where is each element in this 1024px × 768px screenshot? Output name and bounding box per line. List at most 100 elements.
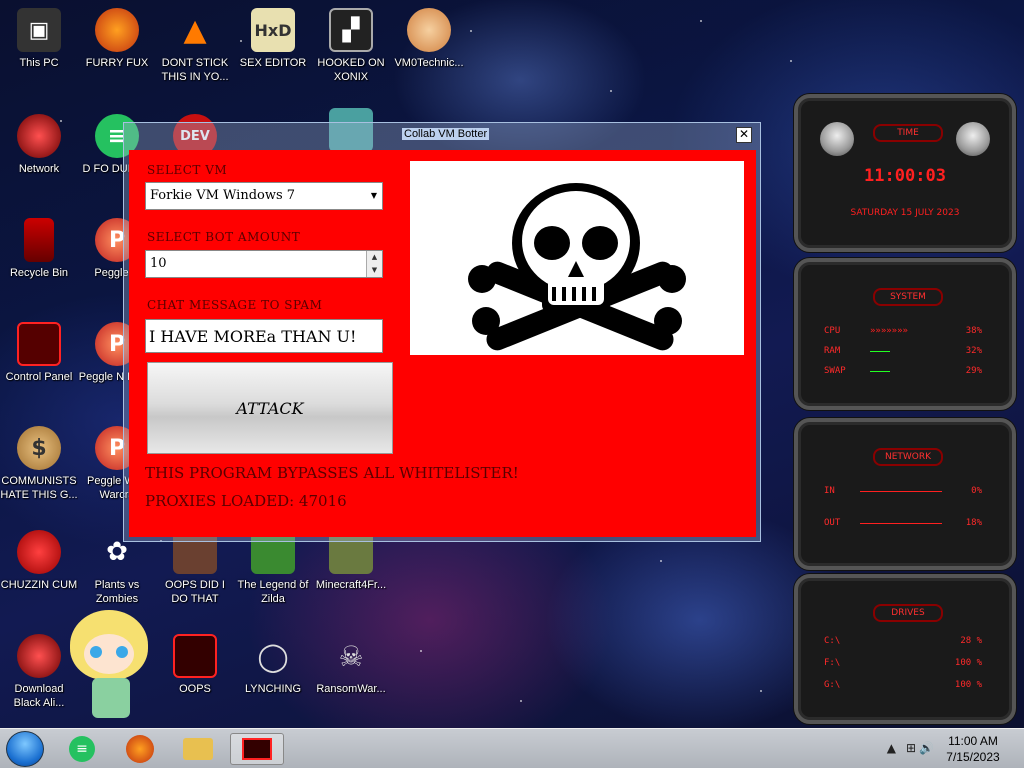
- widget-date: SATURDAY 15 JULY 2023: [850, 208, 960, 218]
- icon-label: CHUZZIN CUM: [0, 579, 78, 591]
- drive-c-row: C:\ 28 %: [824, 636, 982, 646]
- collab-vm-botter-window: Collab VM Botter ✕ SELECT VM Forkie VM W…: [123, 122, 761, 542]
- desktop-icon-recycle-bin[interactable]: Recycle Bin: [0, 218, 78, 280]
- icon-label: SEX EDITOR: [239, 57, 307, 69]
- net-in-row: IN 0%: [824, 486, 982, 496]
- time-widget-title: TIME: [873, 124, 943, 142]
- firefox-icon: [95, 8, 139, 52]
- select-vm-label: SELECT VM: [147, 163, 228, 177]
- icon-label: FURRY FUX: [85, 57, 149, 69]
- desktop-icon-chuzzin-cum[interactable]: CHUZZIN CUM: [0, 530, 78, 592]
- desktop-icon-communists[interactable]: $ COMMUNISTS HATE THIS G...: [0, 426, 78, 502]
- cpu-row: CPU»»»»»»» 38%: [824, 326, 982, 336]
- chevron-down-icon: ▼: [370, 191, 378, 200]
- skull-crossbones-icon: [468, 183, 686, 351]
- time-widget: TIME 11:00:03 SATURDAY 15 JULY 2023: [794, 94, 1016, 252]
- recycle-bin-icon: [24, 218, 54, 262]
- chat-message-label: CHAT MESSAGE TO SPAM: [147, 298, 323, 312]
- hxd-icon: HxD: [251, 8, 295, 52]
- star-butterfly-character: [62, 604, 158, 728]
- start-button[interactable]: [6, 731, 44, 767]
- window-title: Collab VM Botter: [402, 128, 490, 140]
- taskbar-notes-app[interactable]: ≡: [58, 733, 106, 765]
- vlc-cone-icon: ▲: [183, 12, 207, 48]
- show-hidden-icons[interactable]: ▲: [887, 741, 896, 755]
- desktop-icon-furry-fux[interactable]: FURRY FUX: [78, 8, 156, 70]
- proxies-loaded: PROXIES LOADED: 47016: [145, 492, 347, 510]
- close-button[interactable]: ✕: [736, 127, 752, 143]
- desktop-icon-lynching[interactable]: ◯ LYNCHING: [234, 634, 312, 696]
- chuzzle-icon: [17, 530, 61, 574]
- swap-row: SWAP 29%: [824, 366, 982, 376]
- desktop-icon-network[interactable]: Network: [0, 114, 78, 176]
- computer-icon: ▣: [17, 8, 61, 52]
- skull-ring-icon: ☠: [338, 639, 364, 673]
- icon-label: Minecraft4Fr...: [315, 579, 387, 591]
- taskbar-file-explorer[interactable]: [174, 733, 222, 765]
- bot-amount-label: SELECT BOT AMOUNT: [147, 230, 301, 244]
- app-monitor-icon: [242, 738, 272, 760]
- bypass-note: THIS PROGRAM BYPASSES ALL WHITELISTER!: [145, 464, 519, 482]
- icon-label: OOPS: [179, 683, 211, 695]
- vm-select[interactable]: Forkie VM Windows 7 ▼: [145, 182, 383, 210]
- volume-icon[interactable]: 🔊: [919, 741, 934, 755]
- alien-icon: [820, 122, 854, 156]
- attack-button[interactable]: ATTACK: [147, 362, 393, 454]
- taskbar-clock[interactable]: 11:00 AM 7/15/2023: [938, 733, 1008, 765]
- control-panel-icon: [17, 322, 61, 366]
- icon-label: RansomWar...: [316, 683, 386, 695]
- clock-time: 11:00 AM: [948, 734, 998, 748]
- icon-label: OOPS DID I DO THAT: [165, 579, 225, 605]
- system-widget: SYSTEM CPU»»»»»»» 38% RAM 32% SWAP 29%: [794, 258, 1016, 410]
- icon-label: This PC: [19, 57, 59, 69]
- taskbar: ≡ ▲ ⊞ 🔊 11:00 AM 7/15/2023: [0, 728, 1024, 768]
- xonix-icon: ▞: [329, 8, 373, 52]
- clock-date: 7/15/2023: [946, 750, 1000, 764]
- desktop-icon-hooked-on-xonix[interactable]: ▞ HOOKED ON XONIX: [312, 8, 390, 84]
- vm-select-value: Forkie VM Windows 7: [150, 188, 296, 203]
- icon-label: Recycle Bin: [9, 267, 69, 279]
- taskbar-botter-app[interactable]: [230, 733, 284, 765]
- widget-clock: 11:00:03: [864, 166, 946, 186]
- drive-g-row: G:\ 100 %: [824, 680, 982, 690]
- skull-image-panel: [410, 161, 744, 355]
- bot-amount-value: 10: [150, 256, 167, 271]
- icon-label: HOOKED ON XONIX: [317, 57, 385, 83]
- title-bar[interactable]: Collab VM Botter ✕: [124, 123, 760, 149]
- spin-up-icon[interactable]: ▲: [367, 251, 382, 264]
- system-widget-title: SYSTEM: [873, 288, 943, 306]
- spinner-buttons[interactable]: ▲ ▼: [366, 251, 382, 277]
- spin-down-icon[interactable]: ▼: [367, 264, 382, 277]
- ram-row: RAM 32%: [824, 346, 982, 356]
- desktop-icon-ransomware[interactable]: ☠ RansomWar...: [312, 634, 390, 696]
- desktop-icon-oops[interactable]: OOPS: [156, 634, 234, 696]
- chat-message-value: I HAVE MOREa THAN U!: [149, 327, 357, 346]
- taskbar-firefox[interactable]: [116, 733, 164, 765]
- icon-label: Network: [18, 163, 60, 175]
- icon-label: The Legend of Zilda: [237, 579, 309, 605]
- desktop-icon-control-panel[interactable]: Control Panel: [0, 322, 78, 384]
- icon-label: Control Panel: [5, 371, 73, 383]
- desktop-icon-vm0technic[interactable]: VM0Technic...: [390, 8, 468, 70]
- alien-network-icon: [17, 114, 61, 158]
- icon-label: VM0Technic...: [394, 57, 464, 69]
- bot-amount-stepper[interactable]: 10 ▲ ▼: [145, 250, 383, 278]
- folder-icon: [183, 738, 213, 760]
- desktop-icon-dont-stick[interactable]: ▲ DONT STICK THIS IN YO...: [156, 8, 234, 84]
- alien-icon: [17, 634, 61, 678]
- money-bag-icon: $: [17, 426, 61, 470]
- firefox-icon: [126, 735, 154, 763]
- drives-widget: DRIVES C:\ 28 % F:\ 100 % G:\ 100 %: [794, 574, 1016, 724]
- drive-f-row: F:\ 100 %: [824, 658, 982, 668]
- network-widget: NETWORK IN 0% OUT 18%: [794, 418, 1016, 570]
- chat-message-input[interactable]: I HAVE MOREa THAN U!: [145, 319, 383, 353]
- icon-label: COMMUNISTS HATE THIS G...: [0, 475, 78, 501]
- network-tray-icon[interactable]: ⊞: [906, 741, 916, 755]
- icon-label: Plants vs Zombies: [94, 579, 140, 605]
- notes-icon: ≡: [69, 736, 95, 762]
- desktop-icon-this-pc[interactable]: ▣ This PC: [0, 8, 78, 70]
- network-widget-title: NETWORK: [873, 448, 943, 466]
- desktop-icon-sex-editor[interactable]: HxD SEX EDITOR: [234, 8, 312, 70]
- alien-icon: [956, 122, 990, 156]
- icon-label: DONT STICK THIS IN YO...: [161, 57, 229, 83]
